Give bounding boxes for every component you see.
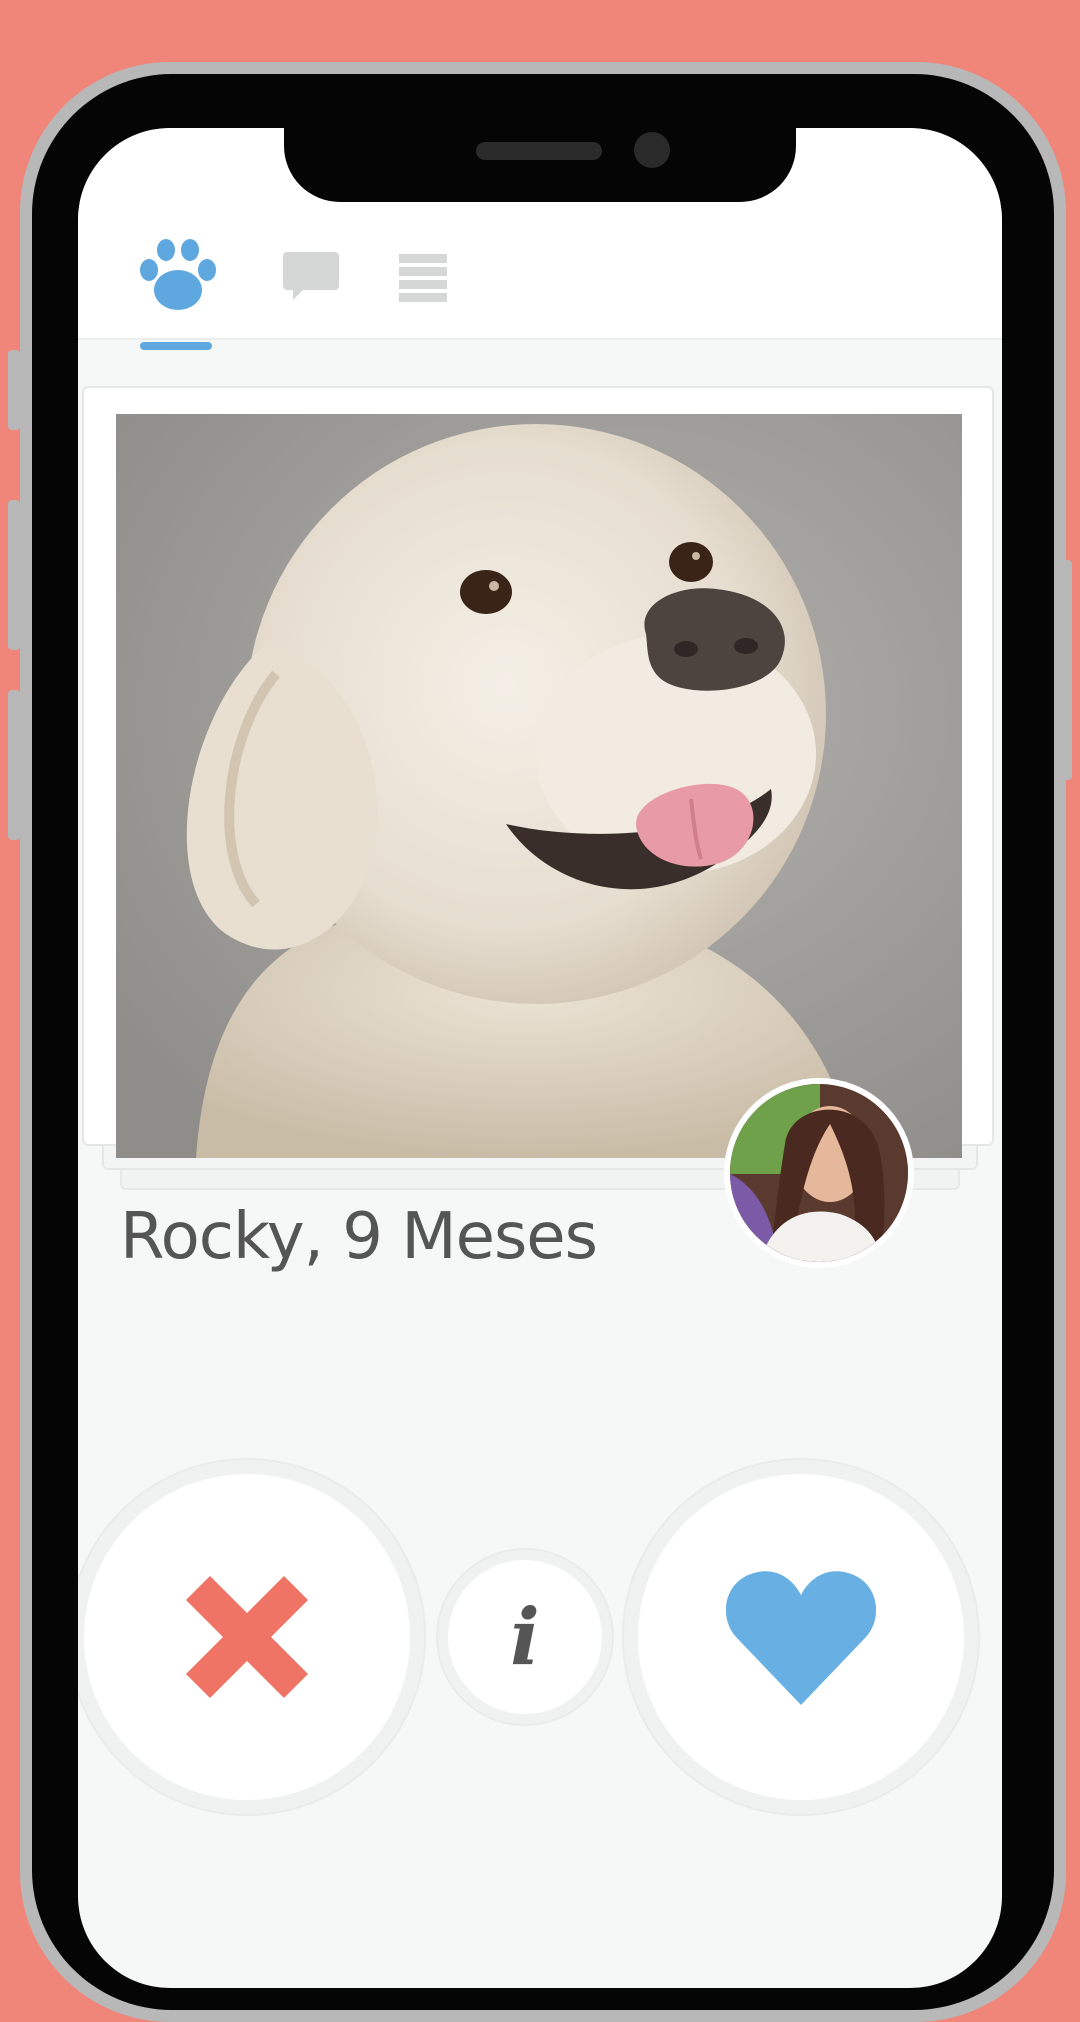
tab-list[interactable] bbox=[378, 238, 468, 328]
phone-side-button bbox=[1060, 560, 1072, 780]
tab-paw[interactable] bbox=[133, 238, 223, 328]
pet-name-age: Rocky, 9 Meses bbox=[120, 1200, 598, 1274]
list-icon bbox=[399, 254, 447, 302]
owner-avatar[interactable] bbox=[724, 1078, 914, 1268]
phone-notch bbox=[284, 110, 796, 202]
phone-side-button bbox=[8, 500, 20, 650]
phone-screen: Rocky, 9 Meses i bbox=[78, 128, 1002, 1988]
chat-bubble-icon bbox=[283, 252, 339, 300]
golden-retriever-photo bbox=[116, 414, 962, 1158]
pet-profile-card[interactable]: Rocky, 9 Meses bbox=[82, 386, 994, 1274]
pet-photo bbox=[116, 414, 962, 1158]
close-x-icon bbox=[185, 1575, 309, 1699]
active-tab-indicator bbox=[140, 342, 212, 350]
reject-button[interactable] bbox=[84, 1474, 410, 1800]
phone-side-button bbox=[8, 690, 20, 840]
phone-side-button bbox=[8, 350, 20, 430]
tab-chat[interactable] bbox=[266, 238, 356, 328]
front-camera bbox=[634, 132, 670, 168]
speaker-grille bbox=[476, 142, 602, 160]
owner-avatar-photo bbox=[730, 1084, 908, 1262]
info-button[interactable]: i bbox=[448, 1560, 602, 1714]
like-button[interactable] bbox=[638, 1474, 964, 1800]
info-icon: i bbox=[510, 1591, 540, 1683]
heart-icon bbox=[726, 1571, 876, 1705]
paw-icon bbox=[140, 239, 216, 310]
